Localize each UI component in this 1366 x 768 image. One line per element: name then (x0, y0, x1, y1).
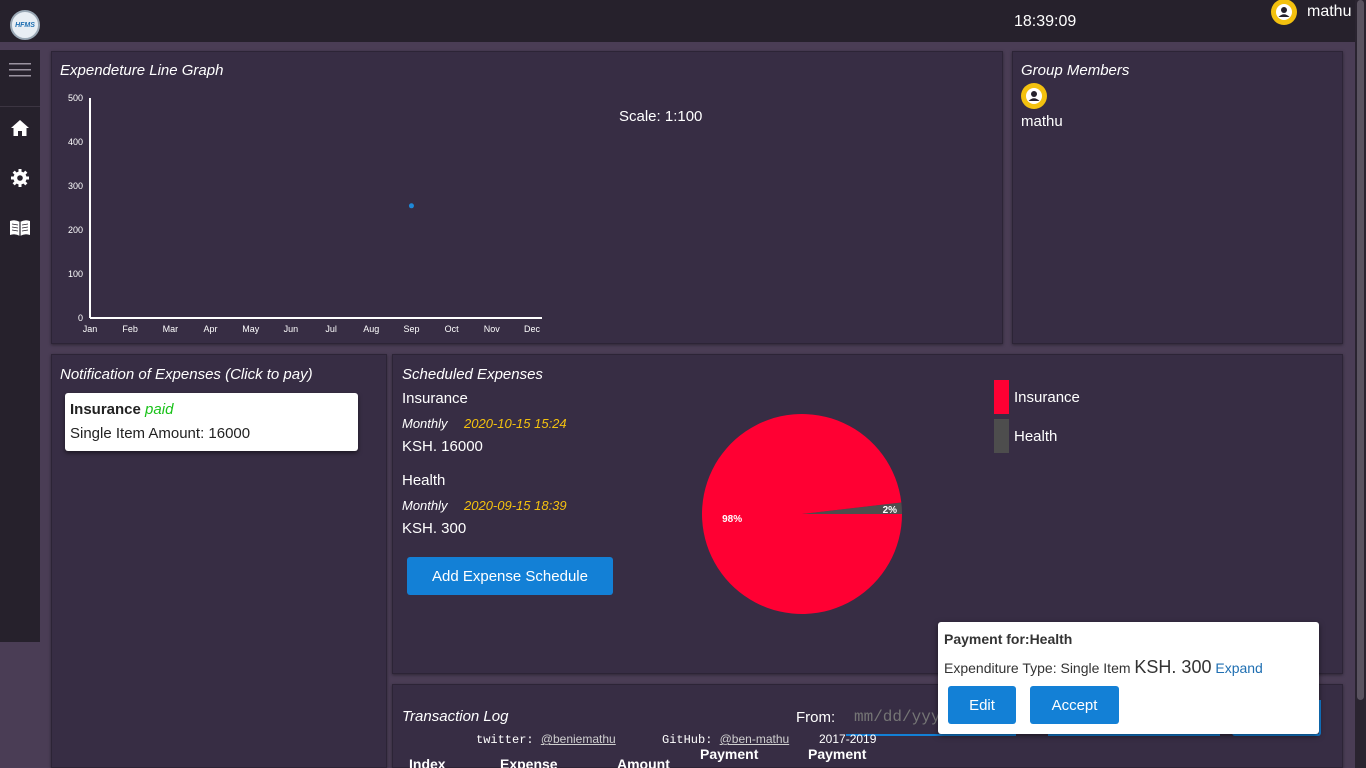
home-icon[interactable] (0, 108, 40, 148)
x-tick-label: Dec (524, 324, 541, 334)
payment-popup: Payment for:Health Expenditure Type: Sin… (938, 622, 1319, 734)
schedule-item-amount: KSH. 16000 (402, 438, 483, 455)
x-tick-label: Jan (83, 324, 98, 334)
gear-icon[interactable] (0, 158, 40, 198)
scrollbar-thumb[interactable] (1357, 0, 1364, 700)
notification-status: paid (145, 401, 174, 418)
twitter-credit: twitter: @beniemathu (476, 732, 616, 747)
notification-name: Insurance (70, 401, 141, 418)
x-tick-label: Mar (163, 324, 179, 334)
twitter-link[interactable]: @beniemathu (541, 732, 616, 746)
schedule-item-frequency: Monthly (402, 498, 448, 513)
footer-years: 2017-2019 (819, 732, 877, 746)
github-link[interactable]: @ben-mathu (720, 732, 790, 746)
github-credit: GitHub: @ben-mathu (662, 732, 789, 747)
popup-details: Expenditure Type: Single Item KSH. 300 E… (944, 657, 1263, 678)
edit-button[interactable]: Edit (948, 686, 1016, 724)
notifications-title: Notification of Expenses (Click to pay) (60, 366, 313, 383)
user-menu[interactable]: mathu (1271, 0, 1352, 25)
member-name[interactable]: mathu (1021, 113, 1063, 130)
x-tick-label: May (242, 324, 260, 334)
logo-text: HFMS (15, 21, 35, 29)
column-header-expense: Expense (500, 756, 558, 768)
x-tick-label: Jun (284, 324, 299, 334)
top-bar: HFMS 18:39:09 mathu (0, 0, 1366, 42)
clock: 18:39:09 (1014, 13, 1077, 30)
legend-item-insurance[interactable]: Insurance (994, 380, 1080, 414)
popup-amount: KSH. 300 (1134, 657, 1212, 677)
x-tick-label: Aug (363, 324, 379, 334)
schedule-item-date: 2020-09-15 18:39 (464, 498, 567, 513)
expand-link[interactable]: Expand (1215, 660, 1262, 676)
x-tick-label: Sep (403, 324, 419, 334)
hamburger-menu-icon[interactable] (0, 50, 40, 90)
side-nav (0, 50, 40, 642)
transaction-log-title: Transaction Log (402, 708, 509, 725)
book-icon[interactable] (0, 208, 40, 248)
column-header-payment: Payment (700, 746, 759, 762)
group-members-title: Group Members (1021, 62, 1130, 79)
schedule-item-name: Insurance (402, 390, 468, 407)
x-tick-label: Oct (445, 324, 460, 334)
twitter-label: twitter: (476, 733, 534, 747)
legend-item-health[interactable]: Health (994, 419, 1057, 453)
avatar-icon (1271, 0, 1297, 25)
page-scrollbar[interactable] (1355, 0, 1366, 768)
schedule-item-amount: KSH. 300 (402, 520, 467, 537)
x-tick-label: Feb (122, 324, 138, 334)
popup-title: Payment for:Health (944, 631, 1073, 647)
scale-label: Scale: 1:100 (619, 108, 703, 125)
group-members-panel (1012, 51, 1343, 344)
legend-swatch (994, 380, 1009, 414)
legend-label: Insurance (1014, 388, 1080, 406)
from-label: From: (796, 709, 836, 726)
scheduled-title: Scheduled Expenses (402, 366, 543, 383)
data-point[interactable] (408, 203, 414, 209)
legend-swatch (994, 419, 1009, 453)
member-avatar-icon[interactable] (1021, 83, 1047, 109)
notification-header: Insurance paid (70, 401, 353, 418)
schedule-item-frequency: Monthly (402, 416, 448, 431)
y-tick-label: 300 (68, 181, 83, 191)
github-label: GitHub: (662, 733, 713, 747)
sidenav-divider (0, 106, 40, 107)
x-tick-label: Jul (325, 324, 337, 334)
notification-detail: Single Item Amount: 16000 (70, 425, 251, 442)
pie-percent-label: 98% (722, 514, 742, 525)
accept-button[interactable]: Accept (1030, 686, 1119, 724)
y-tick-label: 500 (68, 93, 83, 103)
username: mathu (1307, 3, 1352, 20)
add-expense-schedule-button[interactable]: Add Expense Schedule (407, 557, 613, 595)
notification-card[interactable]: Insurance paid Single Item Amount: 16000 (65, 393, 358, 451)
column-header-amount: Amount (617, 756, 670, 768)
column-header-index: Index (409, 756, 446, 768)
y-tick-label: 200 (68, 225, 83, 235)
x-tick-label: Apr (204, 324, 218, 334)
legend-label: Health (1014, 427, 1058, 445)
y-tick-label: 0 (78, 313, 83, 323)
y-tick-label: 400 (68, 137, 83, 147)
column-header-payment: Payment (808, 746, 867, 762)
line-graph-title: Expendeture Line Graph (60, 62, 224, 79)
app-logo[interactable]: HFMS (10, 10, 40, 40)
popup-type: Expenditure Type: Single Item (944, 660, 1131, 676)
x-tick-label: Nov (484, 324, 501, 334)
schedule-item-date: 2020-10-15 15:24 (464, 416, 567, 431)
schedule-item-name: Health (402, 472, 446, 489)
expenditure-line-chart: 0 100 200 300 400 500 Jan Feb Mar Apr May Jun Jul Aug… (68, 93, 542, 334)
y-tick-label: 100 (68, 269, 83, 279)
expense-pie-chart: 2%98% (702, 414, 902, 614)
